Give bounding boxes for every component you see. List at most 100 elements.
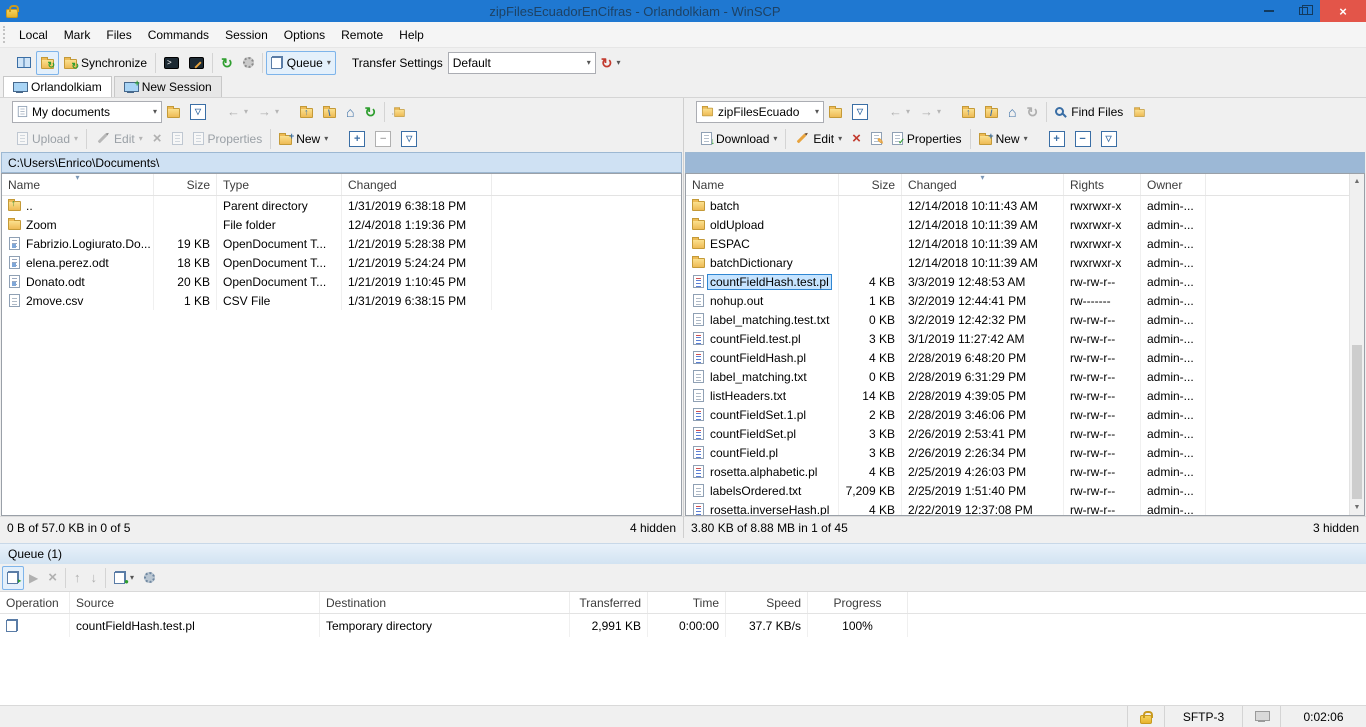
local-delete-button[interactable]: ×: [148, 127, 167, 151]
remote-path-bar[interactable]: [685, 152, 1365, 173]
preferences-button[interactable]: [238, 51, 259, 75]
queue-column-header-speed[interactable]: Speed: [726, 592, 808, 613]
file-row[interactable]: elena.perez.odt18 KBOpenDocument T...1/2…: [2, 253, 681, 272]
queue-column-header-source[interactable]: Source: [70, 592, 320, 613]
scroll-thumb[interactable]: [1352, 345, 1362, 500]
connection-status[interactable]: [1242, 706, 1280, 727]
remote-root-dir-button[interactable]: /: [980, 100, 1003, 124]
local-home-button[interactable]: ⌂: [341, 100, 359, 124]
menu-remote[interactable]: Remote: [333, 22, 391, 47]
file-row[interactable]: labelsOrdered.txt7,209 KB2/25/2019 1:51:…: [686, 481, 1364, 500]
queue-move-down-button[interactable]: ↓: [86, 566, 103, 590]
queue-preferences-button[interactable]: [139, 566, 160, 590]
file-row[interactable]: 2move.csv1 KBCSV File1/31/2019 6:38:15 P…: [2, 291, 681, 310]
menu-files[interactable]: Files: [98, 22, 139, 47]
column-header-size[interactable]: Size: [839, 174, 902, 195]
remote-location-combo[interactable]: zipFilesEcuado ▾: [696, 101, 824, 123]
local-root-dir-button[interactable]: \: [318, 100, 341, 124]
file-row[interactable]: countField.pl3 KB2/26/2019 2:26:34 PMrw-…: [686, 443, 1364, 462]
queue-column-header-progress[interactable]: Progress: [808, 592, 908, 613]
file-row[interactable]: Fabrizio.Logiurato.Do...19 KBOpenDocumen…: [2, 234, 681, 253]
remote-edit-button[interactable]: Edit ▾: [789, 127, 847, 151]
column-header-rights[interactable]: Rights: [1064, 174, 1141, 195]
queue-item-row[interactable]: countFieldHash.test.plTemporary director…: [0, 614, 1366, 637]
local-edit-button[interactable]: Edit ▾: [90, 127, 148, 151]
find-files-button[interactable]: Find Files: [1050, 100, 1128, 124]
scroll-up-icon[interactable]: ▲: [1350, 174, 1364, 189]
download-button[interactable]: ↓ Download ▾: [696, 127, 782, 151]
menu-local[interactable]: Local: [11, 22, 56, 47]
session-duration[interactable]: 0:02:06: [1280, 706, 1366, 727]
file-row[interactable]: label_matching.txt0 KB2/28/2019 6:31:29 …: [686, 367, 1364, 386]
column-header-name[interactable]: Name: [686, 174, 839, 195]
queue-column-header-transferred[interactable]: Transferred: [570, 592, 648, 613]
open-terminal-button[interactable]: >: [159, 51, 184, 75]
minimize-button[interactable]: [1252, 0, 1286, 22]
file-row[interactable]: countFieldHash.pl4 KB2/28/2019 6:48:20 P…: [686, 348, 1364, 367]
restore-button[interactable]: [1286, 0, 1320, 22]
column-header-size[interactable]: Size: [154, 174, 217, 195]
file-row[interactable]: rosetta.inverseHash.pl4 KB2/22/2019 12:3…: [686, 500, 1364, 515]
column-header-changed[interactable]: Changed▾: [902, 174, 1064, 195]
remote-parent-dir-button[interactable]: ↑: [957, 100, 980, 124]
close-button[interactable]: ×: [1320, 0, 1366, 22]
file-row[interactable]: ZoomFile folder12/4/2018 1:19:36 PM: [2, 215, 681, 234]
column-header-name[interactable]: Name▾: [2, 174, 154, 195]
local-select-button[interactable]: +: [344, 127, 370, 151]
file-row[interactable]: batchDictionary12/14/2018 10:11:39 AMrwx…: [686, 253, 1364, 272]
local-forward-button[interactable]: →▾: [253, 100, 284, 124]
transfer-settings-combo[interactable]: Default ▾: [448, 52, 596, 74]
local-tree-button[interactable]: ·: [388, 100, 411, 124]
local-properties-button[interactable]: Properties: [188, 127, 268, 151]
local-parent-dir-button[interactable]: ↑: [295, 100, 318, 124]
file-row[interactable]: Donato.odt20 KBOpenDocument T...1/21/201…: [2, 272, 681, 291]
remote-refresh-button[interactable]: ↻: [1022, 100, 1044, 124]
file-row-selected[interactable]: countFieldHash.test.pl4 KB3/3/2019 12:48…: [686, 272, 1364, 291]
remote-new-button[interactable]: + New ▾: [974, 127, 1033, 151]
column-header-owner[interactable]: Owner: [1141, 174, 1206, 195]
remote-tree-button[interactable]: [1128, 100, 1151, 124]
remote-unselect-button[interactable]: −: [1070, 127, 1096, 151]
menu-help[interactable]: Help: [391, 22, 432, 47]
queue-show-button[interactable]: ▶: [2, 566, 24, 590]
queue-cycle-button[interactable]: ●▾: [109, 566, 139, 590]
file-row[interactable]: label_matching.test.txt0 KB3/2/2019 12:4…: [686, 310, 1364, 329]
refresh-session-button[interactable]: ↻: [216, 51, 238, 75]
queue-delete-button[interactable]: ×: [43, 566, 62, 590]
menu-session[interactable]: Session: [217, 22, 276, 47]
remote-delete-button[interactable]: ×: [847, 127, 866, 151]
file-row[interactable]: countFieldSet.pl3 KB2/26/2019 2:53:41 PM…: [686, 424, 1364, 443]
encryption-status[interactable]: [1127, 706, 1164, 727]
column-header-type[interactable]: Type: [217, 174, 342, 195]
protocol-status[interactable]: SFTP-3: [1164, 706, 1242, 727]
local-selection-filter-button[interactable]: ▽: [396, 127, 422, 151]
synchronize-button[interactable]: ↻ Synchronize: [59, 51, 152, 75]
commander-view-button[interactable]: ↻: [36, 51, 59, 75]
remote-home-button[interactable]: ⌂: [1003, 100, 1021, 124]
queue-toggle-button[interactable]: Queue ▾: [266, 51, 336, 75]
remote-selection-filter-button[interactable]: ▽: [1096, 127, 1122, 151]
queue-move-up-button[interactable]: ↑: [69, 566, 86, 590]
queue-column-header-time[interactable]: Time: [648, 592, 726, 613]
local-unselect-button[interactable]: −: [370, 127, 396, 151]
file-row[interactable]: batch12/14/2018 10:11:43 AMrwxrwxr-xadmi…: [686, 196, 1364, 215]
console-tools-button[interactable]: [184, 51, 209, 75]
local-back-button[interactable]: ←▾: [222, 100, 253, 124]
local-open-directory-button[interactable]: [162, 100, 185, 124]
file-row[interactable]: listHeaders.txt14 KB2/28/2019 4:39:05 PM…: [686, 386, 1364, 405]
remote-filter-button[interactable]: ▽: [847, 100, 873, 124]
remote-scrollbar[interactable]: ▲ ▼: [1349, 174, 1364, 515]
file-row[interactable]: ..Parent directory1/31/2019 6:38:18 PM: [2, 196, 681, 215]
local-filter-button[interactable]: ▽: [185, 100, 211, 124]
file-row[interactable]: rosetta.alphabetic.pl4 KB2/25/2019 4:26:…: [686, 462, 1364, 481]
queue-resume-button[interactable]: ▶: [24, 566, 43, 590]
menu-commands[interactable]: Commands: [140, 22, 217, 47]
remote-back-button[interactable]: ←▾: [884, 100, 915, 124]
upload-button[interactable]: Upload ▾: [12, 127, 83, 151]
swap-panels-button[interactable]: [12, 51, 36, 75]
tab-new-session[interactable]: + New Session: [114, 76, 222, 97]
tab-session-orlandolkiam[interactable]: Orlandolkiam: [3, 76, 112, 97]
file-row[interactable]: countField.test.pl3 KB3/1/2019 11:27:42 …: [686, 329, 1364, 348]
remote-rename-button[interactable]: ✎: [866, 127, 887, 151]
local-new-button[interactable]: + New ▾: [274, 127, 333, 151]
